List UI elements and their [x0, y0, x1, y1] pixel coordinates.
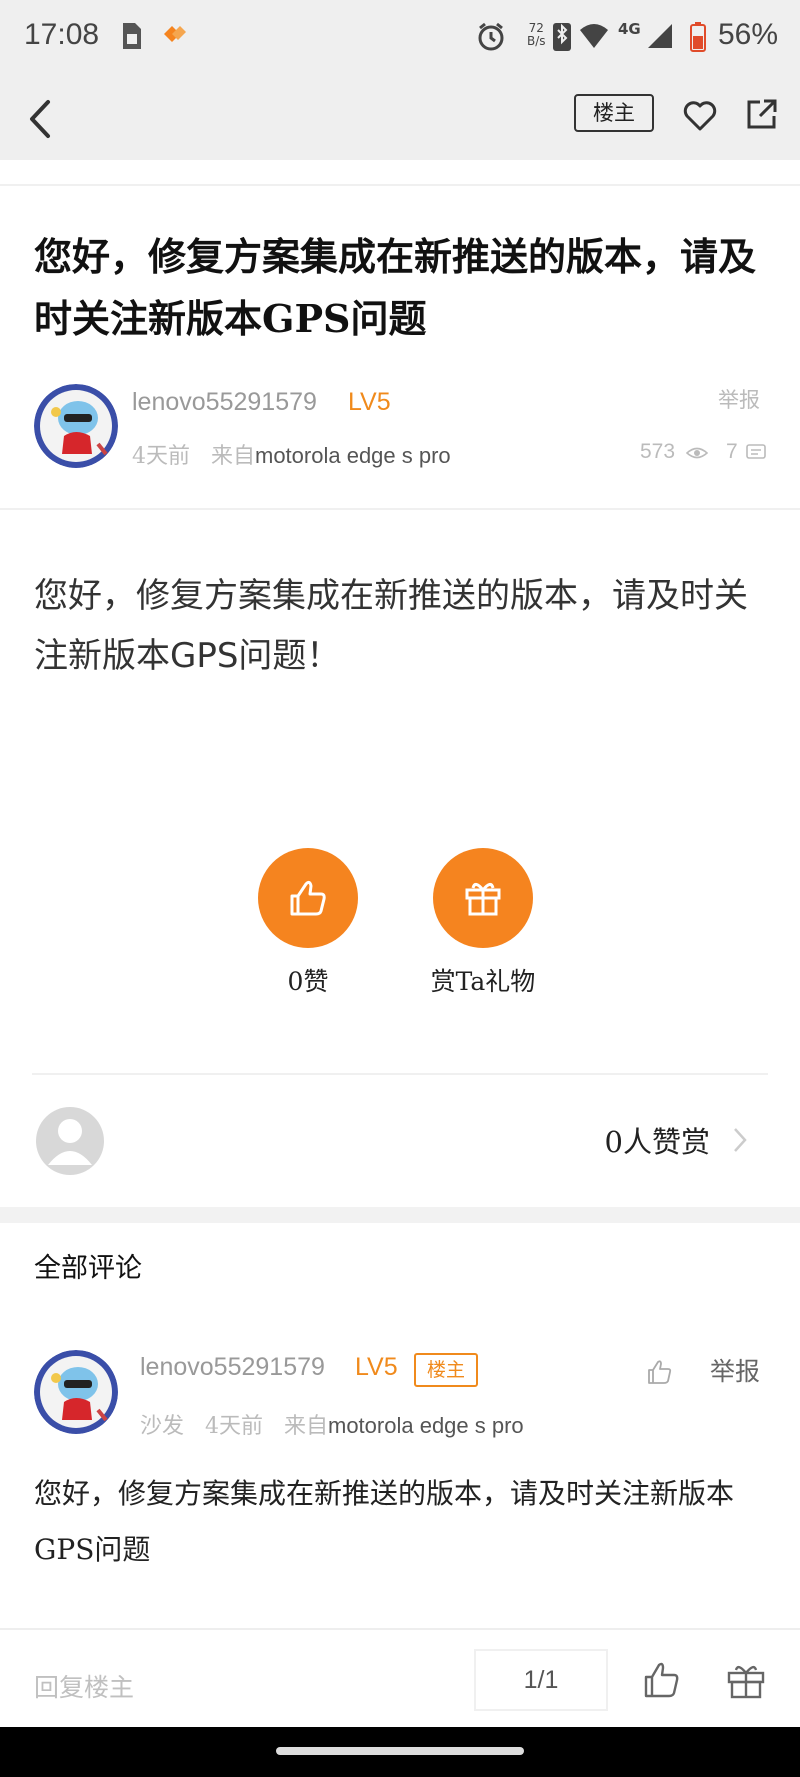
owner-only-button[interactable]: 楼主 — [574, 94, 654, 132]
view-count-value: 573 — [640, 440, 676, 463]
share-icon[interactable] — [744, 96, 780, 132]
gift-icon — [465, 883, 501, 916]
heart-icon[interactable] — [682, 98, 718, 134]
sim-card-icon — [123, 23, 141, 49]
comment-device: motorola edge s pro — [328, 1413, 524, 1438]
reply-input[interactable]: 回复楼主 — [34, 1668, 134, 1704]
comment-report-button[interactable]: 举报 — [710, 1352, 760, 1388]
like-count-label: 0赞 — [287, 967, 329, 996]
eye-icon — [686, 447, 708, 459]
tipper-avatar-placeholder — [36, 1107, 104, 1175]
page-indicator[interactable]: 1/1 — [474, 1649, 608, 1711]
author-avatar[interactable] — [34, 384, 118, 468]
thumbs-up-icon[interactable] — [646, 1358, 674, 1386]
divider — [0, 508, 800, 510]
chevron-right-icon[interactable] — [730, 1124, 750, 1156]
chevron-left-icon[interactable] — [22, 96, 62, 142]
tip-count[interactable]: 0人赞赏 — [605, 1119, 710, 1161]
net-speed-unit: B/s — [527, 34, 546, 48]
system-nav-bar — [0, 1727, 800, 1777]
signal-icon — [648, 24, 672, 48]
thumbs-up-icon — [290, 880, 326, 916]
post-title: 您好，修复方案集成在新推送的版本，请及时关注新版本GPS问题 — [34, 234, 757, 341]
gift-label: 赏Ta礼物 — [430, 967, 536, 996]
comment-body: 您好，修复方案集成在新推送的版本，请及时关注新版本GPS问题 — [34, 1477, 735, 1566]
status-bar: 17:08 72 B/s 4G 56% — [0, 0, 800, 78]
alarm-icon — [478, 22, 504, 51]
battery-percent: 56% — [717, 18, 778, 51]
top-nav: 楼主 — [0, 78, 800, 160]
net-speed: 72 B/s — [527, 22, 546, 48]
bluetooth-icon — [553, 23, 571, 51]
post-meta: 4天前 来自motorola edge s pro — [132, 438, 451, 470]
thumbs-up-icon[interactable] — [642, 1660, 682, 1700]
author-name[interactable]: lenovo55291579 — [132, 388, 317, 417]
status-time: 17:08 — [24, 18, 100, 51]
divider — [32, 1073, 768, 1075]
gift-button[interactable] — [433, 848, 533, 948]
avatar-image — [34, 384, 118, 468]
gift-icon[interactable] — [726, 1660, 766, 1700]
owner-tag: 楼主 — [414, 1353, 478, 1387]
author-level: LV5 — [348, 388, 391, 416]
avatar-image — [34, 1350, 118, 1434]
network-type: 4G — [618, 20, 641, 38]
user-icon — [48, 1119, 92, 1165]
report-button[interactable]: 举报 — [718, 384, 760, 414]
comment-author-avatar[interactable] — [34, 1350, 118, 1434]
comment-from-label: 来自 — [283, 1414, 328, 1439]
comments-section-title: 全部评论 — [34, 1253, 142, 1284]
post-from-label: 来自 — [210, 444, 255, 469]
battery-icon — [690, 22, 706, 52]
comment-icon — [746, 444, 766, 459]
comment-count: 7 — [726, 440, 738, 464]
home-gesture-pill[interactable] — [276, 1747, 524, 1755]
comment-floor: 沙发 — [140, 1414, 185, 1439]
comment-author-level: LV5 — [355, 1353, 398, 1381]
view-count: 573 — [640, 440, 675, 464]
post-body: 您好，修复方案集成在新推送的版本，请及时关注新版本GPS问题！ — [34, 576, 748, 676]
post-device: motorola edge s pro — [255, 443, 451, 468]
comment-time: 4天前 — [205, 1414, 263, 1439]
wifi-icon — [580, 24, 608, 48]
divider — [0, 184, 800, 186]
post-time: 4天前 — [132, 444, 190, 469]
section-gap — [0, 1207, 800, 1223]
comment-meta: 沙发 4天前 来自motorola edge s pro — [140, 1408, 524, 1440]
app-notification-icon — [164, 26, 186, 42]
comment-author-name[interactable]: lenovo55291579 — [140, 1353, 325, 1382]
bottom-bar: 回复楼主 1/1 — [0, 1628, 800, 1727]
comment-count-value: 7 — [726, 440, 738, 463]
like-button[interactable] — [258, 848, 358, 948]
